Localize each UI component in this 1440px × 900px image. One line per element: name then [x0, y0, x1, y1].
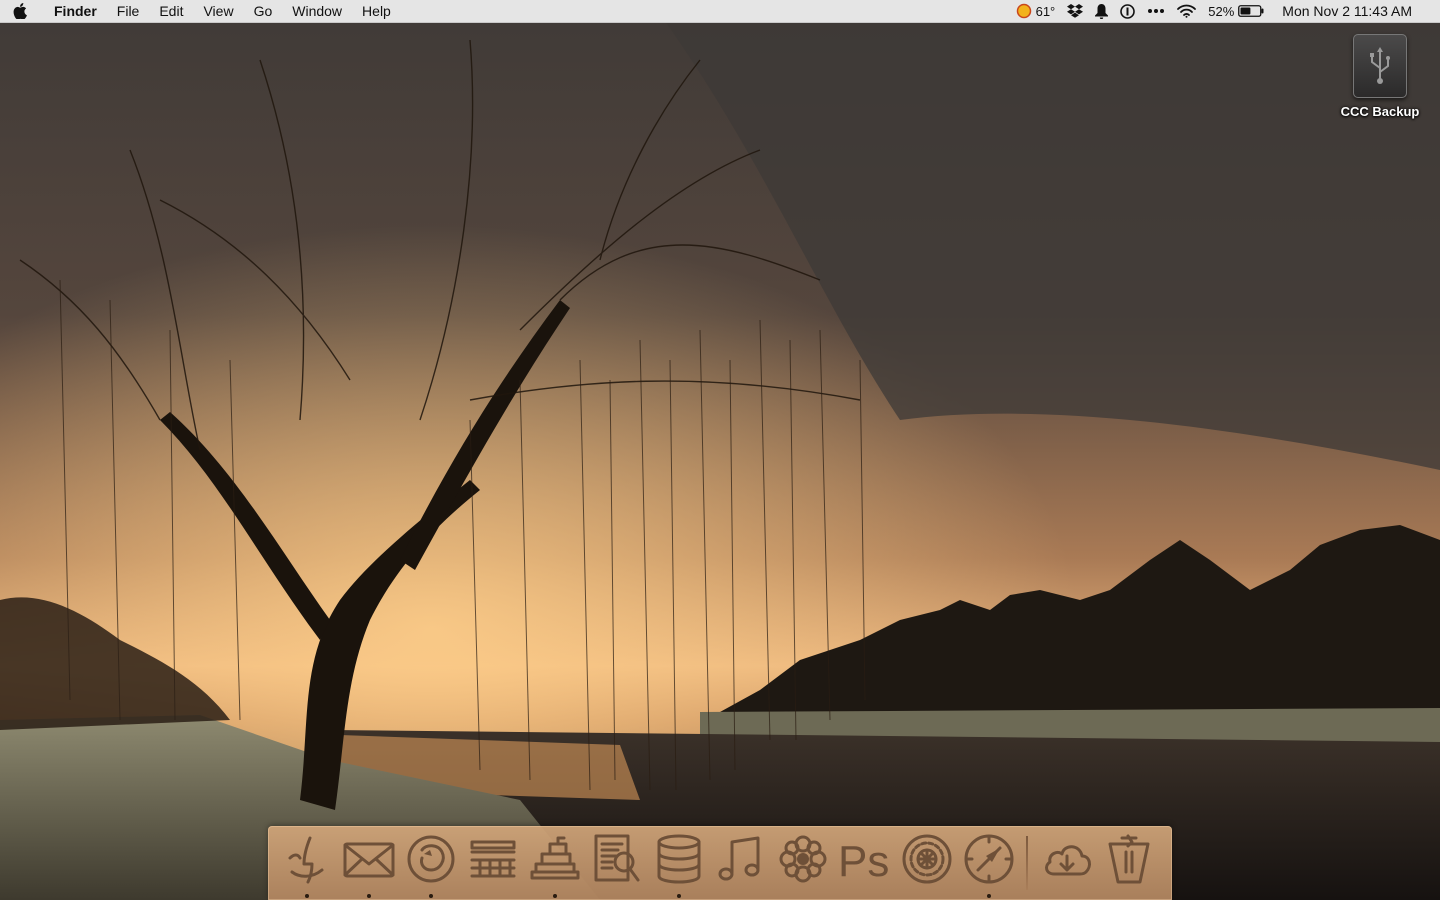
dock-app-flower[interactable] — [772, 826, 834, 900]
menu-app-finder[interactable]: Finder — [40, 0, 107, 22]
running-indicator — [553, 894, 557, 898]
menu-window[interactable]: Window — [282, 0, 352, 22]
flower-icon — [779, 835, 827, 883]
dock-app-finder[interactable] — [276, 826, 338, 900]
dock-app-preview[interactable] — [586, 826, 648, 900]
safari-icon — [964, 834, 1014, 884]
usb-drive-icon — [1353, 34, 1407, 98]
photoshop-label: Ps — [838, 837, 889, 886]
menu-edit[interactable]: Edit — [149, 0, 193, 22]
dock-app-stacks[interactable] — [524, 826, 586, 900]
apple-icon[interactable] — [0, 0, 40, 22]
dock-separator — [1026, 836, 1028, 890]
music-note-icon — [718, 836, 760, 881]
menubar-clock[interactable]: Mon Nov 2 11:43 AM — [1270, 0, 1418, 22]
mail-icon — [343, 842, 395, 878]
menu-help[interactable]: Help — [352, 0, 401, 22]
dock-app-music[interactable] — [710, 826, 772, 900]
dock-app-mail[interactable] — [338, 826, 400, 900]
dock-trash[interactable] — [1098, 826, 1160, 900]
stacks-icon — [530, 836, 580, 880]
wifi-icon[interactable] — [1171, 0, 1202, 22]
system-preferences-icon — [902, 834, 952, 884]
finder-icon — [288, 836, 324, 884]
dock-downloads[interactable] — [1036, 826, 1098, 900]
notification-bell-icon[interactable] — [1089, 0, 1114, 22]
battery-fill — [1240, 7, 1251, 15]
trash-icon — [1108, 834, 1150, 884]
battery-status[interactable]: 52% — [1202, 0, 1270, 22]
battery-percent: 52% — [1208, 3, 1235, 19]
dock-app-database[interactable] — [648, 826, 710, 900]
preview-icon — [594, 834, 640, 882]
dock-app-coda[interactable] — [462, 826, 524, 900]
downloads-cloud-icon — [1045, 845, 1091, 876]
weather-temperature: 61° — [1035, 3, 1056, 19]
dock-app-system-preferences[interactable] — [896, 826, 958, 900]
menu-bar: Finder File Edit View Go Window Help 61° — [0, 0, 1440, 23]
running-indicator — [305, 894, 309, 898]
dock-app-photoshop[interactable]: Ps — [834, 826, 896, 900]
dock: Ps — [268, 826, 1172, 900]
menu-view[interactable]: View — [193, 0, 243, 22]
running-indicator — [987, 894, 991, 898]
dropbox-icon[interactable] — [1061, 0, 1089, 22]
desktop-wallpaper — [0, 0, 1440, 900]
desktop-item-ccc-backup[interactable]: CCC Backup — [1330, 34, 1430, 119]
running-indicator — [367, 894, 371, 898]
weather-icon — [1016, 3, 1031, 19]
dock-app-firefox[interactable] — [400, 826, 462, 900]
menu-file[interactable]: File — [107, 0, 150, 22]
desktop-item-label: CCC Backup — [1340, 104, 1420, 119]
dock-app-safari[interactable] — [958, 826, 1020, 900]
weather-status[interactable]: 61° — [1010, 0, 1062, 22]
firefox-icon — [407, 835, 455, 883]
menu-go[interactable]: Go — [244, 0, 283, 22]
battery-icon — [1238, 5, 1264, 17]
1password-icon[interactable] — [1114, 0, 1141, 22]
database-icon — [657, 834, 701, 884]
more-dots-icon[interactable] — [1141, 0, 1171, 22]
photoshop-icon: Ps — [838, 837, 889, 886]
running-indicator — [429, 894, 433, 898]
coda-icon — [470, 840, 516, 878]
running-indicator — [677, 894, 681, 898]
